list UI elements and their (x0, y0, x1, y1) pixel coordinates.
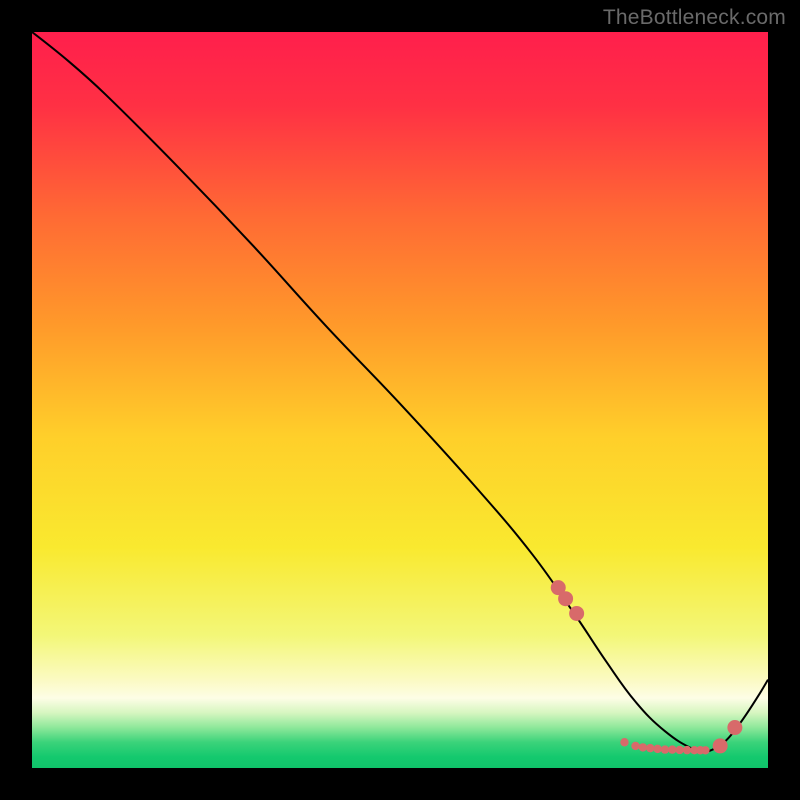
marker-dot (620, 738, 628, 746)
marker-dot (701, 746, 709, 754)
marker-dot (683, 746, 691, 754)
gradient-background (32, 32, 768, 768)
plot-area (32, 32, 768, 768)
marker-dot (713, 738, 728, 753)
marker-dot (646, 744, 654, 752)
watermark-text: TheBottleneck.com (603, 6, 786, 30)
chart-svg (32, 32, 768, 768)
marker-dot (631, 742, 639, 750)
marker-dot (727, 720, 742, 735)
marker-dot (675, 746, 683, 754)
marker-dot (653, 745, 661, 753)
marker-dot (558, 591, 573, 606)
marker-dot (639, 743, 647, 751)
chart-frame: TheBottleneck.com (0, 0, 800, 800)
marker-dot (661, 745, 669, 753)
marker-dot (569, 606, 584, 621)
marker-dot (668, 745, 676, 753)
